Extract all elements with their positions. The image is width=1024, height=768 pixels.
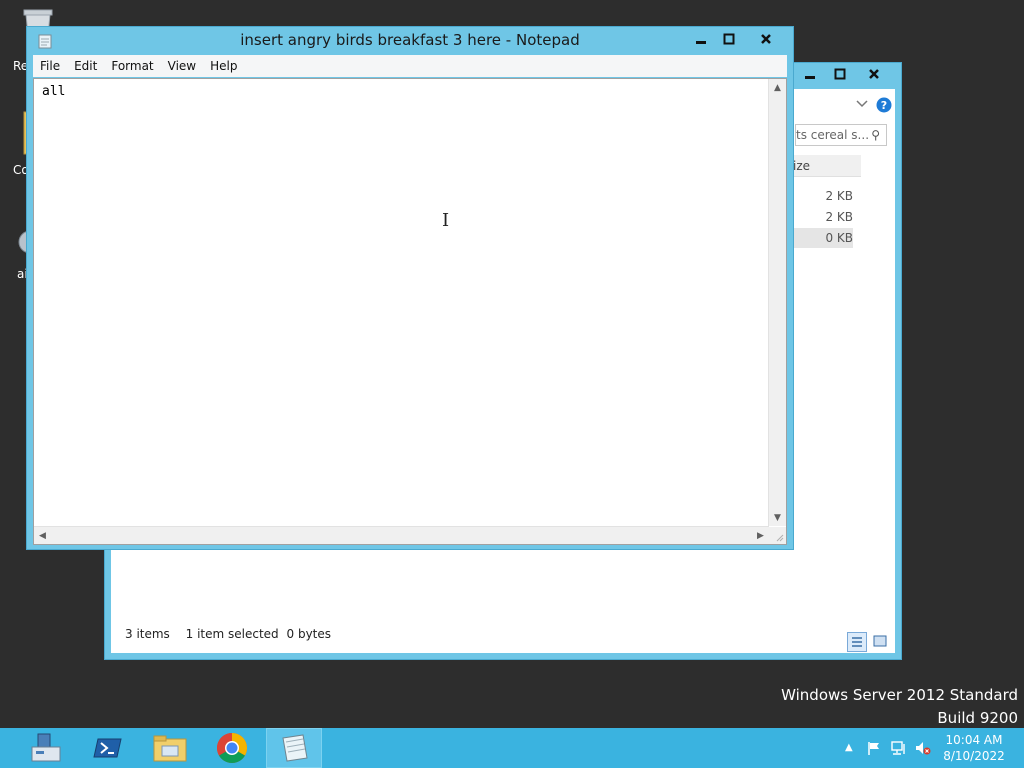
maximize-icon [723, 33, 735, 45]
notepad-window[interactable]: insert angry birds breakfast 3 here - No… [26, 26, 794, 550]
menu-format[interactable]: Format [104, 59, 160, 73]
file-size-selected: 0 KB [789, 228, 853, 248]
help-icon[interactable]: ? [876, 97, 892, 113]
minimize-icon [696, 41, 706, 44]
close-button[interactable] [745, 29, 787, 49]
close-icon [761, 34, 771, 44]
chevron-down-icon[interactable] [856, 99, 868, 109]
watermark-edition: Windows Server 2012 Standard [781, 686, 1018, 704]
menu-view[interactable]: View [161, 59, 203, 73]
scroll-up-arrow-icon[interactable]: ▲ [769, 79, 786, 96]
scroll-down-arrow-icon[interactable]: ▼ [769, 509, 786, 526]
powershell-icon [93, 738, 122, 758]
large-icons-view-icon [873, 635, 887, 647]
menu-bar: File Edit Format View Help [33, 55, 787, 77]
chrome-icon [216, 733, 248, 764]
window-title: insert angry birds breakfast 3 here - No… [240, 31, 580, 49]
minimize-button[interactable] [688, 29, 714, 49]
maximize-icon [834, 68, 846, 80]
large-icons-view-button[interactable] [871, 632, 891, 652]
horizontal-scrollbar[interactable]: ◀ ▶ [34, 526, 769, 544]
status-item-count: 3 items [125, 627, 170, 641]
status-selected: 1 item selected [185, 627, 279, 641]
scroll-right-arrow-icon[interactable]: ▶ [752, 527, 769, 544]
file-size: 2 KB [825, 189, 853, 203]
maximize-button[interactable] [825, 63, 855, 85]
menu-edit[interactable]: Edit [67, 59, 104, 73]
notepad-icon [282, 734, 308, 762]
svg-text:?: ? [881, 99, 887, 112]
search-icon: ⚲ [871, 128, 880, 142]
os-watermark: Windows Server 2012 Standard Build 9200 [781, 684, 1018, 730]
file-size: 2 KB [825, 210, 853, 224]
taskbar-powershell[interactable] [80, 728, 136, 768]
resize-grip-icon[interactable] [769, 527, 786, 544]
text-editor[interactable]: all ▲ ▼ ◀ ▶ [33, 78, 787, 545]
file-explorer-icon [153, 735, 187, 762]
taskbar: ▲ 10:04 AM 8/10/2022 [0, 728, 1024, 768]
network-icon[interactable] [890, 740, 908, 756]
close-button[interactable] [857, 63, 891, 85]
taskbar-server-manager[interactable] [18, 728, 74, 768]
column-header-size[interactable]: ize [789, 155, 861, 177]
status-bytes: 0 bytes [286, 627, 332, 641]
search-placeholder: ts cereal s... [796, 128, 870, 142]
menu-file[interactable]: File [33, 59, 67, 73]
minimize-icon [805, 76, 815, 79]
taskbar-file-explorer[interactable] [142, 728, 198, 768]
vertical-scrollbar[interactable]: ▲ ▼ [768, 79, 786, 526]
details-view-icon [852, 637, 862, 647]
details-view-button[interactable] [847, 632, 867, 652]
volume-muted-icon[interactable] [914, 740, 932, 756]
system-clock[interactable]: 10:04 AM 8/10/2022 [936, 732, 1012, 764]
close-icon [869, 69, 879, 79]
editor-content[interactable]: all [42, 84, 65, 99]
status-bar: 3 items 1 item selected 0 bytes [125, 627, 343, 641]
taskbar-chrome[interactable] [204, 728, 260, 768]
text-cursor-icon: I [442, 210, 450, 231]
watermark-build: Build 9200 [937, 709, 1018, 727]
taskbar-notepad[interactable] [266, 728, 322, 768]
menu-help[interactable]: Help [203, 59, 244, 73]
maximize-button[interactable] [716, 29, 742, 49]
minimize-button[interactable] [795, 63, 825, 85]
search-input[interactable]: ts cereal s... ⚲ [795, 124, 887, 146]
scroll-left-arrow-icon[interactable]: ◀ [34, 527, 51, 544]
action-center-flag-icon[interactable] [866, 740, 882, 756]
server-manager-icon [31, 733, 61, 762]
show-hidden-icons-icon[interactable]: ▲ [845, 742, 853, 753]
clock-date: 8/10/2022 [943, 749, 1005, 763]
clock-time: 10:04 AM [945, 733, 1003, 747]
